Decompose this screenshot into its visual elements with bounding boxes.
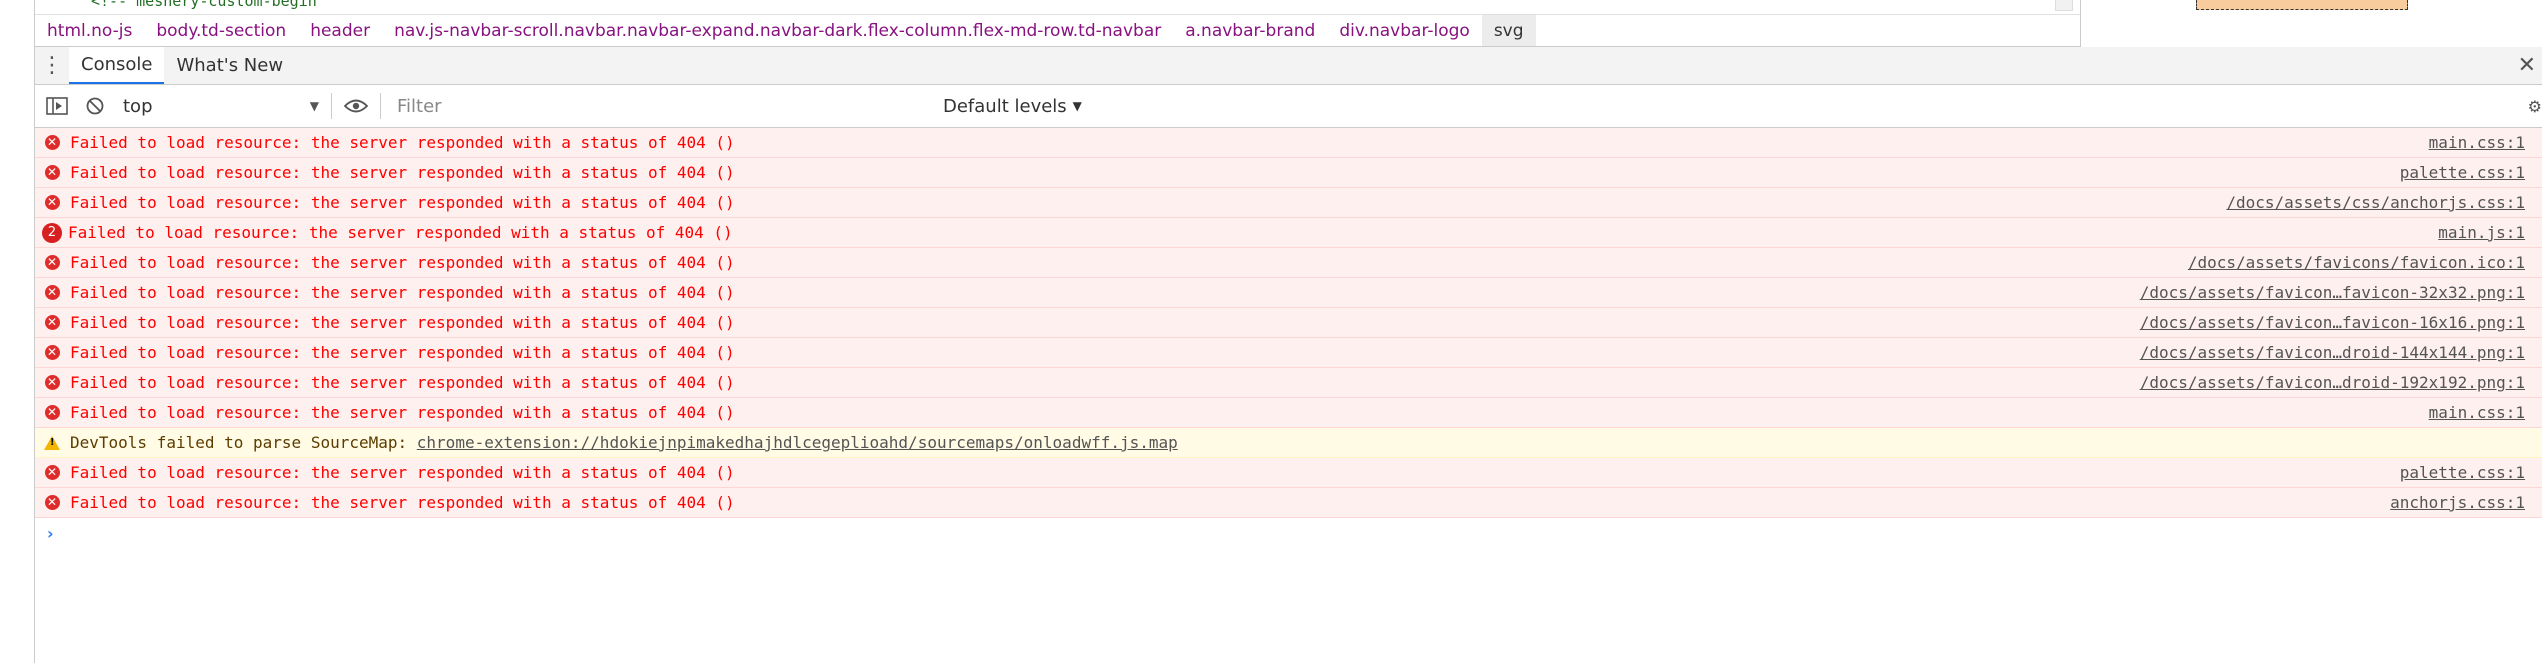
error-icon: ✕: [44, 315, 60, 331]
error-icon: ✕: [44, 195, 60, 211]
console-error-row[interactable]: 2 Failed to load resource: the server re…: [35, 218, 2542, 248]
breadcrumb-item[interactable]: html.no-js: [35, 15, 144, 46]
source-link[interactable]: palette.css:1: [2400, 463, 2525, 482]
error-icon: ✕: [44, 405, 60, 421]
error-icon: ✕: [44, 495, 60, 511]
source-link[interactable]: /docs/assets/favicon…droid-144x144.png:1: [2140, 343, 2525, 362]
console-messages: ✕ Failed to load resource: the server re…: [35, 128, 2542, 548]
log-levels-dropdown[interactable]: Default levels ▼: [943, 96, 1082, 117]
source-link[interactable]: anchorjs.css:1: [2390, 493, 2525, 512]
clear-console-button[interactable]: [79, 90, 111, 122]
styles-pane: [2080, 0, 2542, 47]
sourcemap-link[interactable]: chrome-extension://hdokiejnpimakedhajhdl…: [417, 433, 1178, 452]
console-error-row[interactable]: ✕ Failed to load resource: the server re…: [35, 368, 2542, 398]
console-error-row[interactable]: ✕ Failed to load resource: the server re…: [35, 158, 2542, 188]
source-link[interactable]: palette.css:1: [2400, 163, 2525, 182]
console-settings-icon[interactable]: ⚙: [2528, 97, 2542, 116]
message-text: Failed to load resource: the server resp…: [70, 193, 735, 212]
context-value: top: [123, 95, 153, 117]
repeat-count-badge: 2: [42, 222, 62, 243]
message-text: Failed to load resource: the server resp…: [70, 493, 735, 512]
source-link[interactable]: /docs/assets/css/anchorjs.css:1: [2226, 193, 2525, 212]
error-icon: ✕: [44, 375, 60, 391]
breadcrumb-item-selected[interactable]: svg: [1481, 15, 1536, 46]
breadcrumb-item[interactable]: body.td-section: [144, 15, 298, 46]
breadcrumb-item[interactable]: a.navbar-brand: [1173, 15, 1327, 46]
console-error-row[interactable]: ✕ Failed to load resource: the server re…: [35, 188, 2542, 218]
toolbar-divider: [331, 93, 332, 119]
console-error-row[interactable]: ✕ Failed to load resource: the server re…: [35, 458, 2542, 488]
live-expression-button[interactable]: [340, 90, 372, 122]
source-link[interactable]: /docs/assets/favicon…droid-192x192.png:1: [2140, 373, 2525, 392]
source-link[interactable]: /docs/assets/favicons/favicon.ico:1: [2188, 253, 2525, 272]
breadcrumb-item[interactable]: div.navbar-logo: [1327, 15, 1481, 46]
console-error-row[interactable]: ✕ Failed to load resource: the server re…: [35, 338, 2542, 368]
error-icon: ✕: [44, 465, 60, 481]
console-toolbar: top ▼ Default levels ▼ ⚙: [35, 85, 2542, 128]
error-icon: ✕: [44, 285, 60, 301]
console-error-row[interactable]: ✕ Failed to load resource: the server re…: [35, 398, 2542, 428]
box-model-highlight: [2196, 0, 2408, 10]
message-text: Failed to load resource: the server resp…: [70, 163, 735, 182]
left-gutter: [0, 0, 35, 663]
console-error-row[interactable]: ✕ Failed to load resource: the server re…: [35, 128, 2542, 158]
error-icon: ✕: [44, 345, 60, 361]
source-link[interactable]: /docs/assets/favicon…favicon-16x16.png:1: [2140, 313, 2525, 332]
message-text: Failed to load resource: the server resp…: [70, 133, 735, 152]
devtools-panel: <!-- meshery-custom-begin html.no-js bod…: [35, 0, 2542, 663]
error-icon: ✕: [44, 165, 60, 181]
log-levels-label: Default levels: [943, 95, 1067, 117]
eye-icon: [344, 99, 368, 113]
filter-input[interactable]: [389, 92, 933, 120]
message-text: Failed to load resource: the server resp…: [70, 373, 735, 392]
error-icon: ✕: [44, 135, 60, 151]
console-error-row[interactable]: ✕ Failed to load resource: the server re…: [35, 248, 2542, 278]
show-sidebar-button[interactable]: [41, 90, 73, 122]
console-warning-row[interactable]: DevTools failed to parse SourceMap: chro…: [35, 428, 2542, 458]
sidebar-icon: [46, 97, 68, 115]
breadcrumb: html.no-js body.td-section header nav.js…: [35, 14, 2080, 47]
message-text: Failed to load resource: the server resp…: [70, 463, 735, 482]
clear-icon: [86, 97, 104, 115]
toolbar-divider: [380, 93, 381, 119]
breadcrumb-item[interactable]: nav.js-navbar-scroll.navbar.navbar-expan…: [382, 15, 1173, 46]
message-text: Failed to load resource: the server resp…: [68, 223, 733, 242]
message-text: Failed to load resource: the server resp…: [70, 403, 735, 422]
console-prompt[interactable]: ›: [35, 518, 2542, 548]
message-text: Failed to load resource: the server resp…: [70, 313, 735, 332]
source-link[interactable]: main.css:1: [2429, 403, 2525, 422]
message-text: DevTools failed to parse SourceMap: chro…: [70, 433, 1178, 452]
caret-down-icon: ▼: [1072, 99, 1082, 113]
close-drawer-icon[interactable]: ✕: [2518, 53, 2536, 78]
source-link[interactable]: main.css:1: [2429, 133, 2525, 152]
context-selector[interactable]: top ▼: [123, 96, 323, 117]
caret-down-icon: ▼: [309, 99, 319, 113]
error-icon: ✕: [44, 255, 60, 271]
console-error-row[interactable]: ✕ Failed to load resource: the server re…: [35, 278, 2542, 308]
elements-tree: <!-- meshery-custom-begin: [35, 0, 2080, 14]
breadcrumb-item[interactable]: header: [298, 15, 382, 46]
warning-icon: [44, 435, 60, 451]
elements-scrollbar[interactable]: [2055, 0, 2073, 11]
tab-console[interactable]: Console: [69, 47, 165, 84]
more-tabs-icon[interactable]: ⋮: [35, 47, 69, 84]
console-error-row[interactable]: ✕ Failed to load resource: the server re…: [35, 308, 2542, 338]
prompt-chevron-icon: ›: [47, 523, 54, 543]
source-link[interactable]: /docs/assets/favicon…favicon-32x32.png:1: [2140, 283, 2525, 302]
console-error-row[interactable]: ✕ Failed to load resource: the server re…: [35, 488, 2542, 518]
message-text: Failed to load resource: the server resp…: [70, 253, 735, 272]
message-text: Failed to load resource: the server resp…: [70, 343, 735, 362]
drawer-tabbar: ⋮ Console What's New ✕: [35, 47, 2542, 85]
dom-code-line[interactable]: <!-- meshery-custom-begin: [91, 0, 317, 10]
message-text: Failed to load resource: the server resp…: [70, 283, 735, 302]
source-link[interactable]: main.js:1: [2438, 223, 2525, 242]
tab-whats-new[interactable]: What's New: [164, 47, 295, 84]
